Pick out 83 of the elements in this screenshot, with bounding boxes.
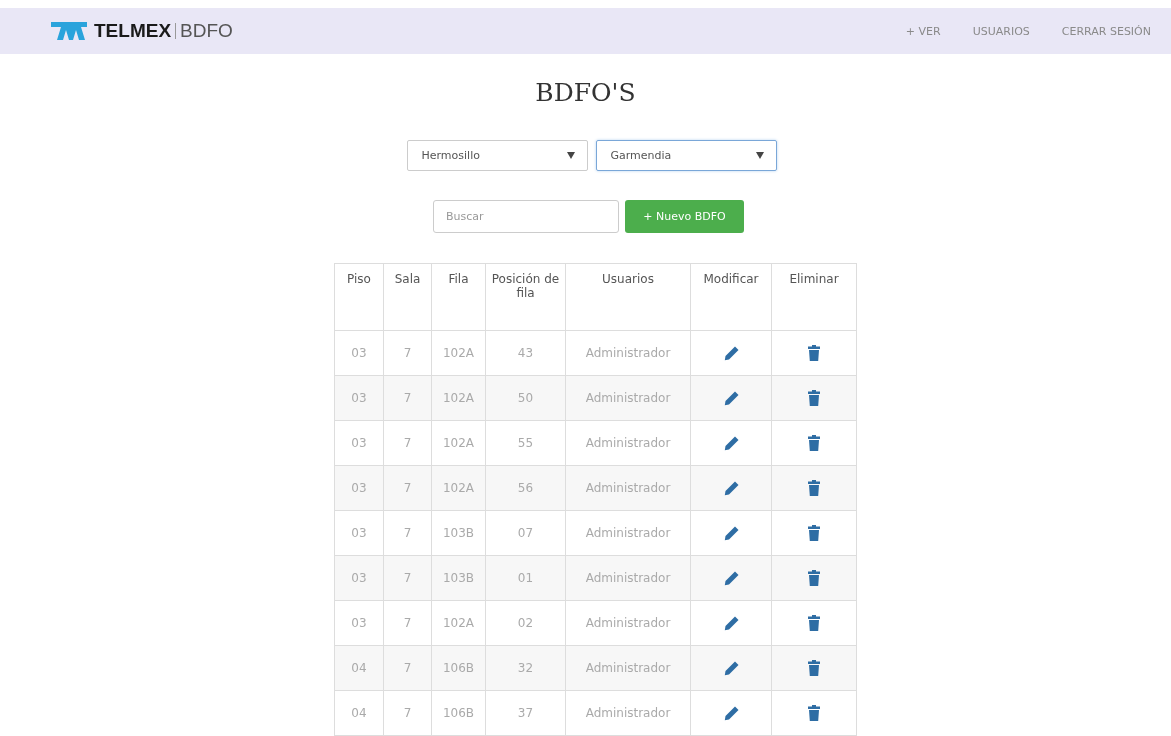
pencil-icon[interactable] (723, 615, 739, 631)
table-cell: 7 (383, 465, 432, 511)
table-cell: 43 (485, 330, 566, 376)
table-cell: 01 (485, 555, 566, 601)
dropdown[interactable]: Garmendia (595, 140, 777, 171)
trash-icon[interactable] (808, 525, 820, 541)
trash-icon[interactable] (808, 705, 820, 721)
table-cell: 7 (383, 510, 432, 556)
table-cell: 102A (431, 465, 486, 511)
trash-icon[interactable] (808, 480, 820, 496)
table-cell: 03 (334, 375, 384, 421)
page-title: BDFO'S (534, 78, 637, 107)
table-cell: 07 (485, 510, 566, 556)
table-cell: 32 (485, 645, 566, 691)
table-cell: 50 (485, 375, 566, 421)
pencil-icon[interactable] (723, 435, 739, 451)
caret-icon (566, 152, 575, 159)
table-cell: 103B (431, 555, 486, 601)
table-cell: Administrador (565, 375, 691, 421)
new-button[interactable]: + Nuevo BDFO (625, 200, 744, 233)
table-cell: 7 (383, 600, 432, 646)
table-cell: Administrador (565, 510, 691, 556)
column-header: Usuarios (565, 263, 691, 331)
table-cell: 103B (431, 510, 486, 556)
table-cell: 102A (431, 375, 486, 421)
table-cell: Administrador (565, 600, 691, 646)
table-cell: 03 (334, 510, 384, 556)
logo-icon (51, 22, 87, 40)
product-name: BDFO (180, 20, 233, 42)
table-cell: 03 (334, 465, 384, 511)
table-cell: 7 (383, 420, 432, 466)
table-cell: 7 (383, 645, 432, 691)
column-header: Eliminar (771, 263, 857, 331)
table-cell: 55 (485, 420, 566, 466)
trash-icon[interactable] (808, 345, 820, 361)
table-cell: 03 (334, 330, 384, 376)
table-cell: Administrador (565, 420, 691, 466)
dropdown[interactable]: Hermosillo (406, 140, 588, 171)
table-cell: 102A (431, 600, 486, 646)
table-cell: Administrador (565, 555, 691, 601)
trash-icon[interactable] (808, 390, 820, 406)
table-cell: Administrador (565, 330, 691, 376)
table-cell: 7 (383, 555, 432, 601)
table-cell: 7 (383, 690, 432, 736)
pencil-icon[interactable] (723, 705, 739, 721)
pencil-icon[interactable] (723, 660, 739, 676)
table-cell: 7 (383, 330, 432, 376)
pencil-icon[interactable] (723, 525, 739, 541)
table-cell: 106B (431, 690, 486, 736)
table-cell: 7 (383, 375, 432, 421)
pencil-icon[interactable] (723, 345, 739, 361)
trash-icon[interactable] (808, 615, 820, 631)
table-cell: 04 (334, 690, 384, 736)
trash-icon[interactable] (808, 660, 820, 676)
table-cell: 102A (431, 420, 486, 466)
table-cell: 03 (334, 555, 384, 601)
table-cell: 04 (334, 645, 384, 691)
column-header: Posición de fila (485, 263, 566, 331)
table-cell: 03 (334, 600, 384, 646)
pencil-icon[interactable] (723, 480, 739, 496)
pencil-icon[interactable] (723, 390, 739, 406)
table-cell: Administrador (565, 645, 691, 691)
caret-icon (755, 152, 764, 159)
nav-link[interactable]: CERRAR SESIÓN (1061, 24, 1151, 38)
table-cell: 03 (334, 420, 384, 466)
table-cell: 106B (431, 645, 486, 691)
trash-icon[interactable] (808, 435, 820, 451)
trash-icon[interactable] (808, 570, 820, 586)
table-cell: 37 (485, 690, 566, 736)
table-cell: Administrador (565, 465, 691, 511)
table-cell: Administrador (565, 690, 691, 736)
pencil-icon[interactable] (723, 570, 739, 586)
table-cell: 56 (485, 465, 566, 511)
column-header: Piso (334, 263, 384, 331)
table-cell: 02 (485, 600, 566, 646)
column-header: Modificar (690, 263, 772, 331)
table-cell: 102A (431, 330, 486, 376)
nav-link[interactable]: USUARIOS (972, 24, 1030, 38)
search-field[interactable]: Buscar (433, 200, 619, 233)
brand-name: TELMEX (94, 20, 172, 42)
column-header: Sala (383, 263, 432, 331)
column-header: Fila (431, 263, 486, 331)
nav-link[interactable]: + VER (905, 24, 941, 38)
